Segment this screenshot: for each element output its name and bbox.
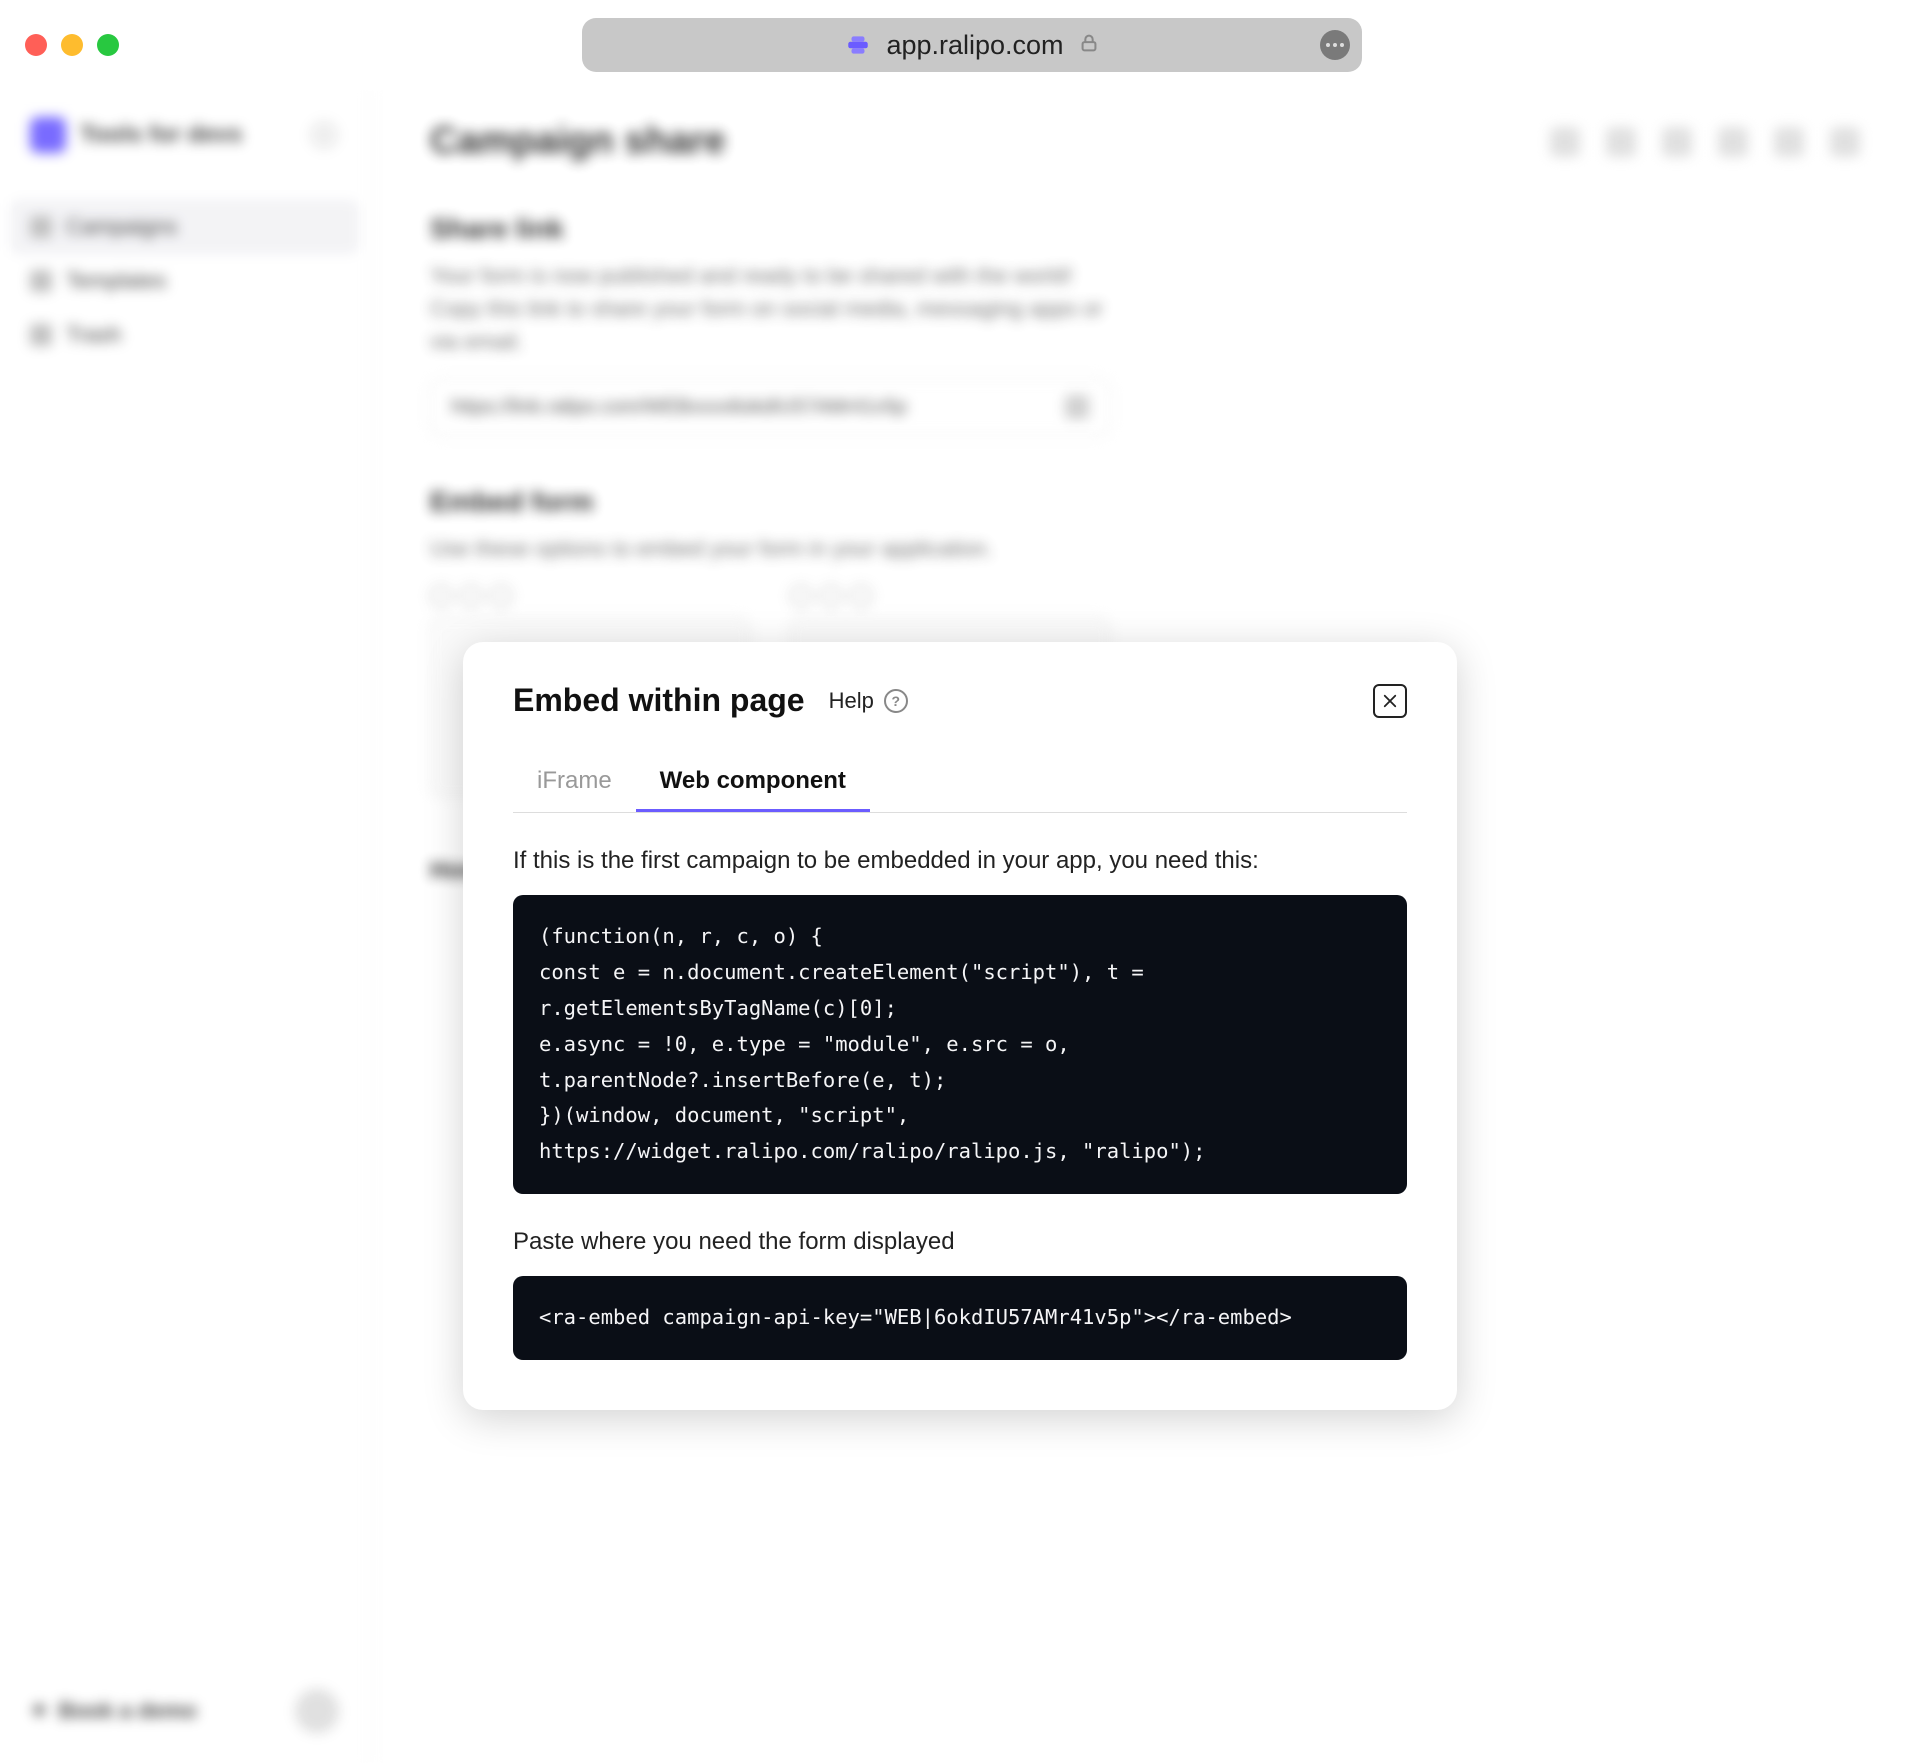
embed-form-title: Embed form <box>430 486 1110 518</box>
window-close-icon[interactable] <box>25 34 47 56</box>
sidebar-item-label: Campaigns <box>66 214 177 240</box>
address-url: app.ralipo.com <box>886 30 1063 61</box>
embed-modal: Embed within page Help ? iFrame Web comp… <box>463 642 1457 1410</box>
site-logo-icon <box>844 31 872 59</box>
code-block-loader[interactable]: (function(n, r, c, o) { const e = n.docu… <box>513 895 1407 1194</box>
trash-icon <box>30 324 52 346</box>
action-icon[interactable] <box>1774 127 1804 157</box>
share-link-field[interactable]: https://link.ralipo.com/WEBxxxx6okdIU57A… <box>430 378 1110 436</box>
window-zoom-icon[interactable] <box>97 34 119 56</box>
book-demo-link[interactable]: ✦ Book a demo <box>30 1698 197 1724</box>
action-icon[interactable] <box>1662 127 1692 157</box>
share-link-desc: Your form is now published and ready to … <box>430 259 1110 358</box>
help-label: Help <box>829 688 874 714</box>
tab-web-component[interactable]: Web component <box>636 753 870 812</box>
embed-form-desc: Use these options to embed your form in … <box>430 532 1110 565</box>
share-link-section: Share link Your form is now published an… <box>430 213 1110 436</box>
action-icon[interactable] <box>1606 127 1636 157</box>
help-icon: ? <box>884 689 908 713</box>
window-minimize-icon[interactable] <box>61 34 83 56</box>
action-icon[interactable] <box>1550 127 1580 157</box>
sidebar: Tools for devs Campaigns Templates <box>0 90 370 1763</box>
copy-icon[interactable] <box>1065 395 1089 419</box>
modal-tabs: iFrame Web component <box>513 753 1407 813</box>
sidebar-item-trash[interactable]: Trash <box>10 308 359 362</box>
close-icon <box>1381 692 1399 710</box>
campaigns-icon <box>30 216 52 238</box>
share-link-title: Share link <box>430 213 1110 245</box>
address-bar[interactable]: app.ralipo.com <box>582 18 1362 72</box>
brand-logo-icon <box>30 117 66 153</box>
sidebar-item-templates[interactable]: Templates <box>10 254 359 308</box>
help-link[interactable]: Help ? <box>829 688 908 714</box>
sparkle-icon: ✦ <box>30 1698 48 1724</box>
sidebar-item-label: Templates <box>66 268 166 294</box>
modal-instruction-2: Paste where you need the form displayed <box>513 1228 1407 1256</box>
share-link-url: https://link.ralipo.com/WEBxxxx6okdIU57A… <box>451 396 907 419</box>
action-icon[interactable] <box>1830 127 1860 157</box>
brand-name: Tools for devs <box>80 121 242 149</box>
browser-more-button[interactable] <box>1320 30 1350 60</box>
modal-close-button[interactable] <box>1373 684 1407 718</box>
templates-icon <box>30 270 52 292</box>
sidebar-item-campaigns[interactable]: Campaigns <box>10 200 359 254</box>
user-avatar[interactable] <box>295 1689 339 1733</box>
browser-chrome: app.ralipo.com <box>0 0 1920 90</box>
action-icon[interactable] <box>1718 127 1748 157</box>
lock-icon <box>1078 32 1100 59</box>
tab-iframe[interactable]: iFrame <box>513 753 636 812</box>
book-demo-label: Book a demo <box>58 1698 196 1724</box>
modal-instruction-1: If this is the first campaign to be embe… <box>513 847 1407 875</box>
modal-title: Embed within page <box>513 682 805 719</box>
sidebar-item-label: Trash <box>66 322 121 348</box>
code-block-embed[interactable]: <ra-embed campaign-api-key="WEB|6okdIU57… <box>513 1276 1407 1360</box>
workspace-settings-icon[interactable] <box>309 120 339 150</box>
page-title: Campaign share <box>430 120 726 163</box>
window-controls <box>25 34 119 56</box>
